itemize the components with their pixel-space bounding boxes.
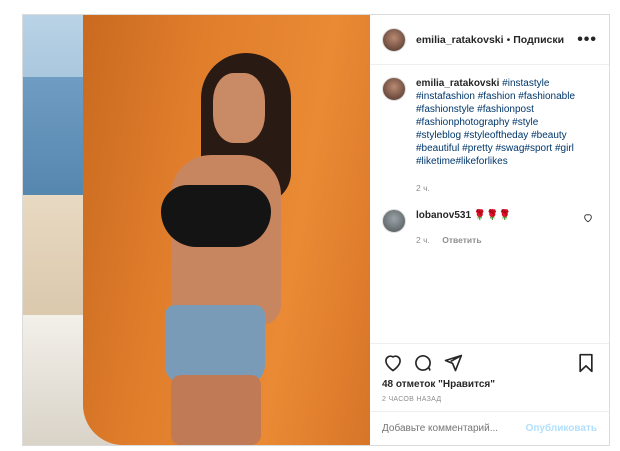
- comment-content: 🌹🌹🌹: [473, 210, 512, 221]
- heart-icon[interactable]: [382, 352, 404, 374]
- post-modal: emilia_ratakovski • Подписки ••• emilia_…: [22, 14, 610, 446]
- denim-shorts: [165, 305, 265, 385]
- bookmark-icon[interactable]: [575, 352, 597, 374]
- caption: emilia_ratakovski #instastyle #instafash…: [382, 77, 597, 168]
- caption-text: emilia_ratakovski #instastyle #instafash…: [416, 77, 586, 168]
- legs: [171, 375, 261, 445]
- likes-count[interactable]: 48 отметок "Нравится": [370, 375, 609, 390]
- post-timestamp: 2 ЧАСОВ НАЗАД: [382, 396, 442, 403]
- caption-avatar[interactable]: [382, 77, 406, 101]
- face: [213, 73, 265, 143]
- comment-item: lobanov531 🌹🌹🌹 2 ч. Ответить: [382, 209, 597, 245]
- post-header: emilia_ratakovski • Подписки •••: [370, 15, 609, 65]
- comment-input[interactable]: [382, 423, 526, 434]
- reply-button[interactable]: Ответить: [442, 235, 481, 245]
- commenter-username[interactable]: lobanov531: [416, 210, 471, 221]
- caption-username[interactable]: emilia_ratakovski: [416, 78, 499, 89]
- person-figure: [131, 35, 291, 445]
- caption-hashtags[interactable]: #instastyle #instafashion #fashion #fash…: [416, 78, 575, 167]
- comment-text: lobanov531 🌹🌹🌹: [416, 209, 511, 222]
- comment-meta: 2 ч. Ответить: [416, 235, 511, 245]
- more-icon[interactable]: •••: [577, 31, 597, 49]
- avatar[interactable]: [382, 27, 406, 52]
- share-icon[interactable]: [442, 352, 464, 374]
- author-username[interactable]: emilia_ratakovski: [416, 34, 504, 46]
- follow-button[interactable]: Подписки: [513, 34, 564, 46]
- separator-dot: •: [506, 33, 511, 46]
- caption-time: 2 ч.: [416, 183, 430, 193]
- post-photo[interactable]: [23, 15, 370, 445]
- comment-icon[interactable]: [412, 352, 434, 374]
- black-top: [161, 185, 271, 247]
- commenter-avatar[interactable]: [382, 209, 406, 233]
- publish-button[interactable]: Опубликовать: [526, 423, 597, 434]
- comments-section: emilia_ratakovski #instastyle #instafash…: [370, 65, 609, 343]
- action-bar: [370, 343, 609, 375]
- comment-heart-icon[interactable]: [583, 213, 593, 226]
- comment-body: lobanov531 🌹🌹🌹 2 ч. Ответить: [416, 209, 511, 245]
- post-sidebar: emilia_ratakovski • Подписки ••• emilia_…: [370, 15, 609, 445]
- comment-time: 2 ч.: [416, 235, 430, 245]
- add-comment-bar: Опубликовать: [370, 411, 609, 445]
